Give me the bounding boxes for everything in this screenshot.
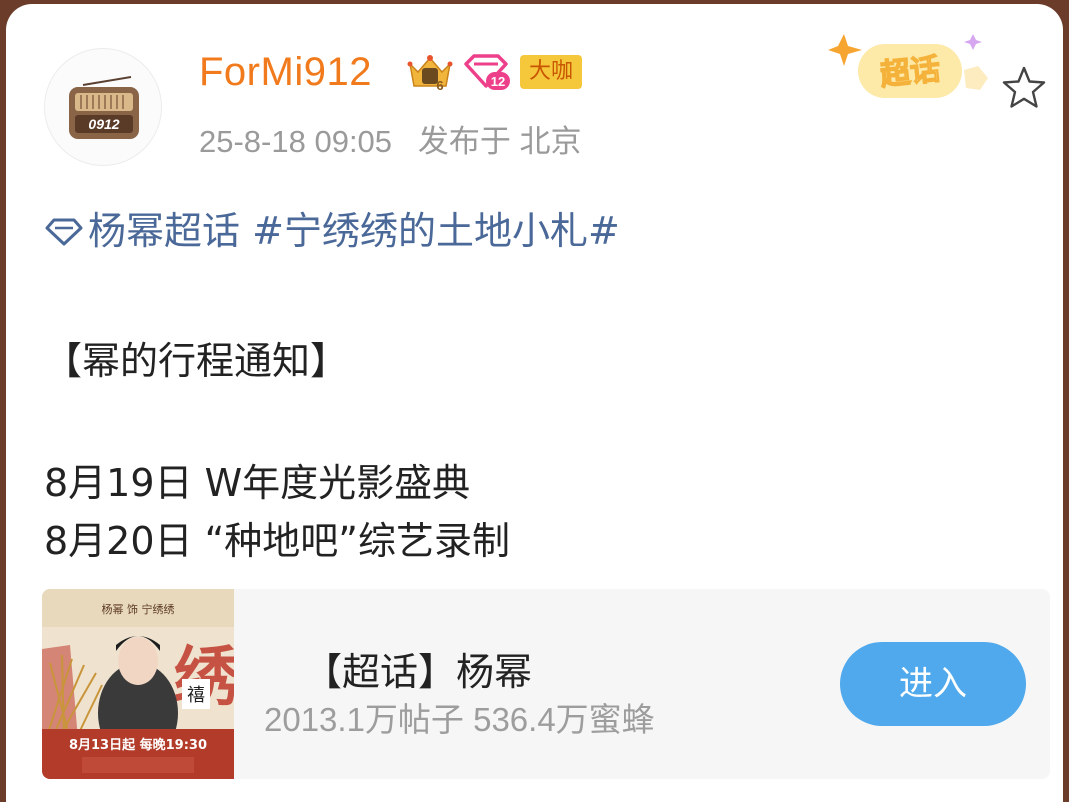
avatar-label: 0912 (88, 116, 119, 132)
radio-icon: 0912 (69, 76, 139, 139)
post-meta: 25-8-18 09:05 发布于 北京 (199, 116, 582, 161)
supertopic-poster: 杨幂 饰 宁绣绣 绣 禧 8月13日起 每晚19:30 (42, 589, 234, 779)
star-outline-icon[interactable] (1000, 64, 1048, 112)
hashtag-link[interactable]: #宁绣绣的土地小札# (252, 209, 620, 253)
super-level-text: 12 (491, 74, 505, 89)
post-location: 发布于 北京 (417, 124, 582, 159)
super-diamond-icon[interactable]: 12 (462, 52, 512, 92)
supertopic-link[interactable]: 杨幂超话 (88, 209, 240, 253)
poster-top-label: 杨幂 饰 宁绣绣 (102, 602, 175, 616)
schedule-line: 8月20日 “种地吧”综艺录制 (44, 519, 510, 563)
post-topics: 杨幂超话 #宁绣绣的土地小札# (44, 200, 620, 256)
post-heading: 【幂的行程通知】 (44, 339, 349, 383)
crown-level-text: 6 (436, 78, 443, 93)
supertopic-title: 【超话】杨幂 (304, 650, 533, 694)
supertopic-diamond-icon (44, 212, 84, 256)
username[interactable]: ForMi912 (199, 50, 372, 95)
post-timestamp: 25-8-18 09:05 (199, 124, 393, 159)
supertopic-card[interactable]: 杨幂 饰 宁绣绣 绣 禧 8月13日起 每晚19:30 【超话】杨幂 2013.… (42, 589, 1050, 779)
enter-button[interactable]: 进入 (840, 642, 1026, 726)
supertopic-stats: 2013.1万帖子 536.4万蜜蜂 (264, 701, 655, 738)
supertopic-sticker-icon[interactable]: 超话 (828, 30, 998, 110)
schedule-line: 8月19日 W年度光影盛典 (44, 461, 471, 505)
poster-stamp-char: 禧 (187, 685, 205, 706)
post-card: 0912 ForMi912 6 12 大咖 25-8-18 09:05 发布于 … (6, 4, 1063, 802)
role-badge[interactable]: 大咖 (520, 55, 582, 89)
avatar[interactable]: 0912 (44, 48, 162, 166)
sticker-label: 超话 (879, 52, 942, 93)
crown-level-icon[interactable]: 6 (404, 50, 456, 94)
poster-bottom-label: 8月13日起 每晚19:30 (69, 737, 207, 753)
